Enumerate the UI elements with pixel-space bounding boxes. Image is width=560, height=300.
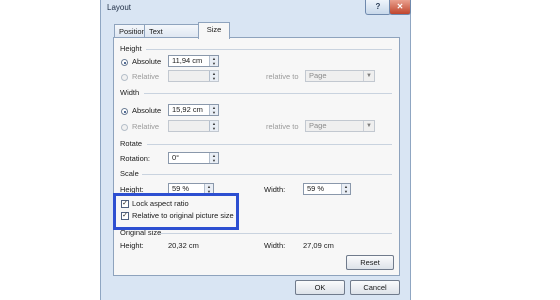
height-section-title: Height: [120, 44, 142, 53]
width-section-title: Width: [120, 88, 140, 97]
rotate-section-title: Rotate: [120, 139, 143, 148]
height-absolute-label: Absolute: [132, 57, 162, 66]
scale-width-label: Width:: [264, 185, 286, 194]
original-width-label: Width:: [264, 241, 286, 250]
tab-size[interactable]: Size: [198, 22, 230, 39]
layout-dialog: Layout ? ✕ Position Text Wrapping Size H…: [100, 0, 411, 300]
height-relative-to-select[interactable]: Page ▼: [305, 70, 375, 82]
width-absolute-value: 15,92 cm: [172, 105, 203, 114]
scale-width-input[interactable]: 59 % ▲ ▼: [303, 183, 351, 195]
width-relative-radio[interactable]: [121, 124, 128, 131]
chevron-down-icon: ▼: [363, 121, 374, 131]
lock-aspect-checkbox[interactable]: ✓: [121, 200, 129, 208]
lock-aspect-label: Lock aspect ratio: [132, 199, 189, 208]
original-height-label: Height:: [120, 241, 144, 250]
scale-height-spinner[interactable]: ▲ ▼: [204, 184, 213, 194]
title-bar[interactable]: Layout ? ✕: [101, 0, 411, 18]
cancel-button[interactable]: Cancel: [350, 280, 400, 295]
scale-section-title: Scale: [120, 169, 139, 178]
relative-original-checkbox[interactable]: ✓: [121, 212, 129, 220]
width-absolute-input[interactable]: 15,92 cm ▲ ▼: [168, 104, 219, 116]
tab-text-wrapping[interactable]: Text Wrapping: [144, 24, 199, 49]
original-width-value: 27,09 cm: [303, 241, 334, 250]
height-relative-label: Relative: [132, 72, 160, 81]
width-relative-to-value: Page: [309, 121, 327, 130]
scale-height-value: 59 %: [172, 184, 190, 193]
reset-button[interactable]: Reset: [346, 255, 394, 270]
height-relative-radio[interactable]: [121, 74, 128, 81]
divider: [146, 49, 392, 50]
height-absolute-input[interactable]: 11,94 cm ▲ ▼: [168, 55, 219, 67]
width-relative-input[interactable]: ▲ ▼: [168, 120, 219, 132]
rotation-input[interactable]: 0° ▲ ▼: [168, 152, 219, 164]
width-relative-label: Relative: [132, 122, 160, 131]
divider: [142, 174, 392, 175]
height-absolute-spinner[interactable]: ▲ ▼: [209, 56, 218, 66]
width-relative-to-select[interactable]: Page ▼: [305, 120, 375, 132]
ok-button[interactable]: OK: [295, 280, 345, 295]
width-absolute-radio[interactable]: [121, 108, 128, 115]
divider: [147, 144, 392, 145]
height-absolute-radio[interactable]: [121, 59, 128, 66]
relative-original-label: Relative to original picture size: [132, 211, 234, 220]
scale-width-value: 59 %: [307, 184, 325, 193]
scale-height-input[interactable]: 59 % ▲ ▼: [168, 183, 214, 195]
divider: [144, 93, 392, 94]
rotation-label: Rotation:: [120, 154, 151, 163]
close-button[interactable]: ✕: [389, 0, 411, 15]
scale-width-spinner[interactable]: ▲ ▼: [341, 184, 350, 194]
height-relative-spinner[interactable]: ▲ ▼: [209, 71, 218, 81]
width-relative-to-label: relative to: [266, 122, 299, 131]
width-absolute-spinner[interactable]: ▲ ▼: [209, 105, 218, 115]
original-height-value: 20,32 cm: [168, 241, 199, 250]
help-button[interactable]: ?: [365, 0, 391, 15]
original-size-section-title: Original size: [120, 228, 162, 237]
height-absolute-value: 11,94 cm: [172, 56, 203, 65]
tab-position[interactable]: Position: [114, 24, 146, 38]
rotation-value: 0°: [172, 153, 180, 162]
height-relative-input[interactable]: ▲ ▼: [168, 70, 219, 82]
divider: [159, 233, 392, 234]
height-relative-to-label: relative to: [266, 72, 299, 81]
rotation-spinner[interactable]: ▲ ▼: [209, 153, 218, 163]
chevron-down-icon: ▼: [363, 71, 374, 81]
width-absolute-label: Absolute: [132, 106, 162, 115]
scale-height-label: Height:: [120, 185, 144, 194]
width-relative-spinner[interactable]: ▲ ▼: [209, 121, 218, 131]
height-relative-to-value: Page: [309, 71, 327, 80]
dialog-title: Layout: [107, 3, 132, 12]
size-panel: Height Absolute 11,94 cm ▲ ▼ Relative ▲ ▼ …: [113, 37, 400, 276]
